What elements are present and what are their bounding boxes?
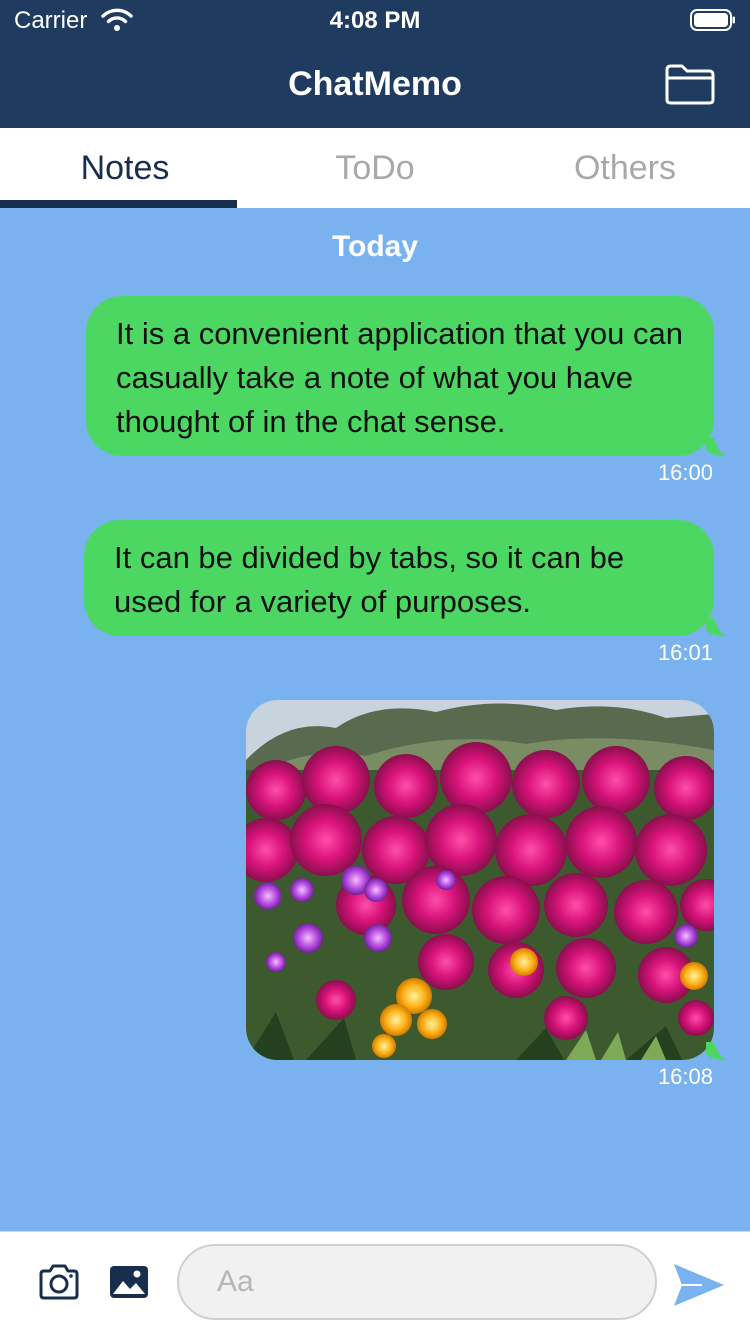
status-clock: 4:08 PM [329, 7, 421, 34]
tab-bar: Notes ToDo Others [0, 128, 750, 208]
message-time: 16:08 [657, 1064, 713, 1089]
navigation-bar: ChatMemo [0, 40, 750, 128]
tab-notes[interactable]: Notes [0, 128, 250, 208]
date-header: Today [331, 230, 419, 263]
tab-todo[interactable]: ToDo [250, 128, 500, 208]
message-text-field[interactable] [177, 1244, 657, 1320]
status-bar: Carrier 4:08 PM [0, 0, 750, 40]
message-time: 16:01 [657, 640, 713, 665]
photo-library-icon[interactable] [108, 1264, 150, 1300]
bubble-tail [706, 438, 726, 457]
message-bubble[interactable]: It can be divided by tabs, so it can be … [84, 520, 714, 636]
message-text: It is a convenient application that you … [116, 316, 683, 439]
chat-area[interactable]: Today It is a convenient application tha… [0, 208, 750, 1231]
folder-icon[interactable] [664, 62, 716, 106]
message-time: 16:00 [657, 460, 713, 485]
battery-icon [690, 9, 735, 31]
tab-others[interactable]: Others [500, 128, 750, 208]
message-text: It can be divided by tabs, so it can be … [114, 540, 625, 619]
send-icon[interactable] [672, 1262, 726, 1308]
camera-icon[interactable] [38, 1264, 80, 1300]
message-input-bar [0, 1231, 750, 1335]
message-bubble[interactable]: It is a convenient application that you … [86, 296, 714, 456]
bubble-tail [706, 1042, 726, 1061]
flower-field-photo [246, 700, 714, 1060]
photo-message[interactable] [246, 700, 714, 1060]
active-tab-indicator [0, 200, 237, 208]
bubble-tail [706, 618, 726, 637]
app-title: ChatMemo [288, 65, 462, 103]
